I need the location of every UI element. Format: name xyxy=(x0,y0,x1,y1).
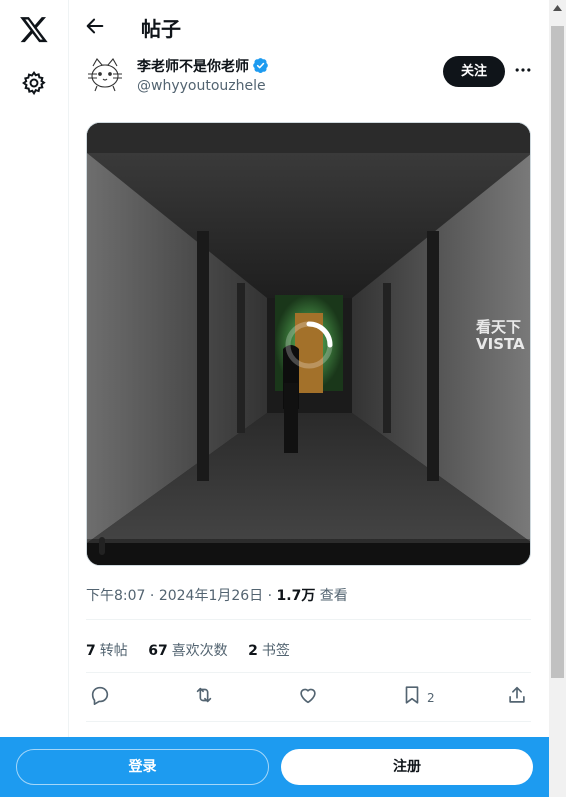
watermark-line1: 看天下 xyxy=(476,318,522,336)
video-player[interactable]: 看天下 VISTA xyxy=(86,122,531,566)
likes-label: 喜欢次数 xyxy=(171,643,228,659)
author-name-text[interactable]: 李老师不是你老师 xyxy=(137,59,249,75)
divider xyxy=(86,672,531,673)
reposts-label: 转帖 xyxy=(99,643,128,659)
media-watermark: 看天下 VISTA xyxy=(432,319,525,353)
reposts-count: 7 xyxy=(86,643,96,659)
scrollbar-thumb[interactable] xyxy=(551,26,564,678)
left-sidebar xyxy=(0,0,69,797)
repost-icon[interactable] xyxy=(193,684,215,706)
main-column: 帖子 李老师不是你老师 @whyyoutouzhele 关注 看天下 VISTA… xyxy=(69,0,549,797)
avatar[interactable] xyxy=(85,54,125,94)
post-timestamp: 下午8:07 · 2024年1月26日 · 1.7万 查看 xyxy=(86,585,348,605)
scroll-up-arrow-icon[interactable] xyxy=(553,5,562,11)
loading-spinner-icon xyxy=(285,321,333,369)
author-name[interactable]: 李老师不是你老师 xyxy=(137,56,269,76)
separator-dot: · xyxy=(267,588,273,604)
gear-icon[interactable] xyxy=(21,70,47,96)
page-title: 帖子 xyxy=(141,17,181,41)
share-icon[interactable] xyxy=(506,684,528,706)
likes-count: 67 xyxy=(148,643,168,659)
login-button[interactable]: 登录 xyxy=(16,749,269,785)
follow-button[interactable]: 关注 xyxy=(443,56,505,87)
author-handle[interactable]: @whyyoutouzhele xyxy=(137,78,266,94)
bottom-auth-bar: 登录 注册 xyxy=(0,737,549,797)
views-count: 1.7万 xyxy=(276,588,316,604)
post-stats: 7 转帖 67 喜欢次数 2 书签 xyxy=(86,640,306,660)
reposts-stat[interactable]: 7 转帖 xyxy=(86,643,128,659)
heart-icon[interactable] xyxy=(297,684,319,706)
bookmark-icon[interactable] xyxy=(401,684,423,706)
back-arrow-icon[interactable] xyxy=(84,15,106,37)
post-time[interactable]: 下午8:07 xyxy=(86,588,145,604)
bookmarks-count: 2 xyxy=(248,643,258,659)
reply-icon[interactable] xyxy=(89,684,111,706)
vertical-scrollbar[interactable] xyxy=(549,0,566,797)
bookmarks-label: 书签 xyxy=(261,643,290,659)
bookmarks-stat[interactable]: 2 书签 xyxy=(248,643,290,659)
divider xyxy=(86,721,531,722)
action-bar: 2 xyxy=(69,684,549,710)
post-date[interactable]: 2024年1月26日 xyxy=(159,588,263,604)
bookmark-count: 2 xyxy=(427,691,435,705)
x-logo-icon[interactable] xyxy=(19,14,49,44)
page-header: 帖子 xyxy=(69,0,549,54)
divider xyxy=(86,619,531,620)
likes-stat[interactable]: 67 喜欢次数 xyxy=(148,643,227,659)
watermark-line2: VISTA xyxy=(476,335,525,353)
verified-badge-icon xyxy=(253,58,268,73)
signup-button[interactable]: 注册 xyxy=(281,749,533,785)
separator-dot: · xyxy=(149,588,155,604)
more-options-icon[interactable] xyxy=(513,60,533,80)
views-label: 查看 xyxy=(319,588,348,604)
